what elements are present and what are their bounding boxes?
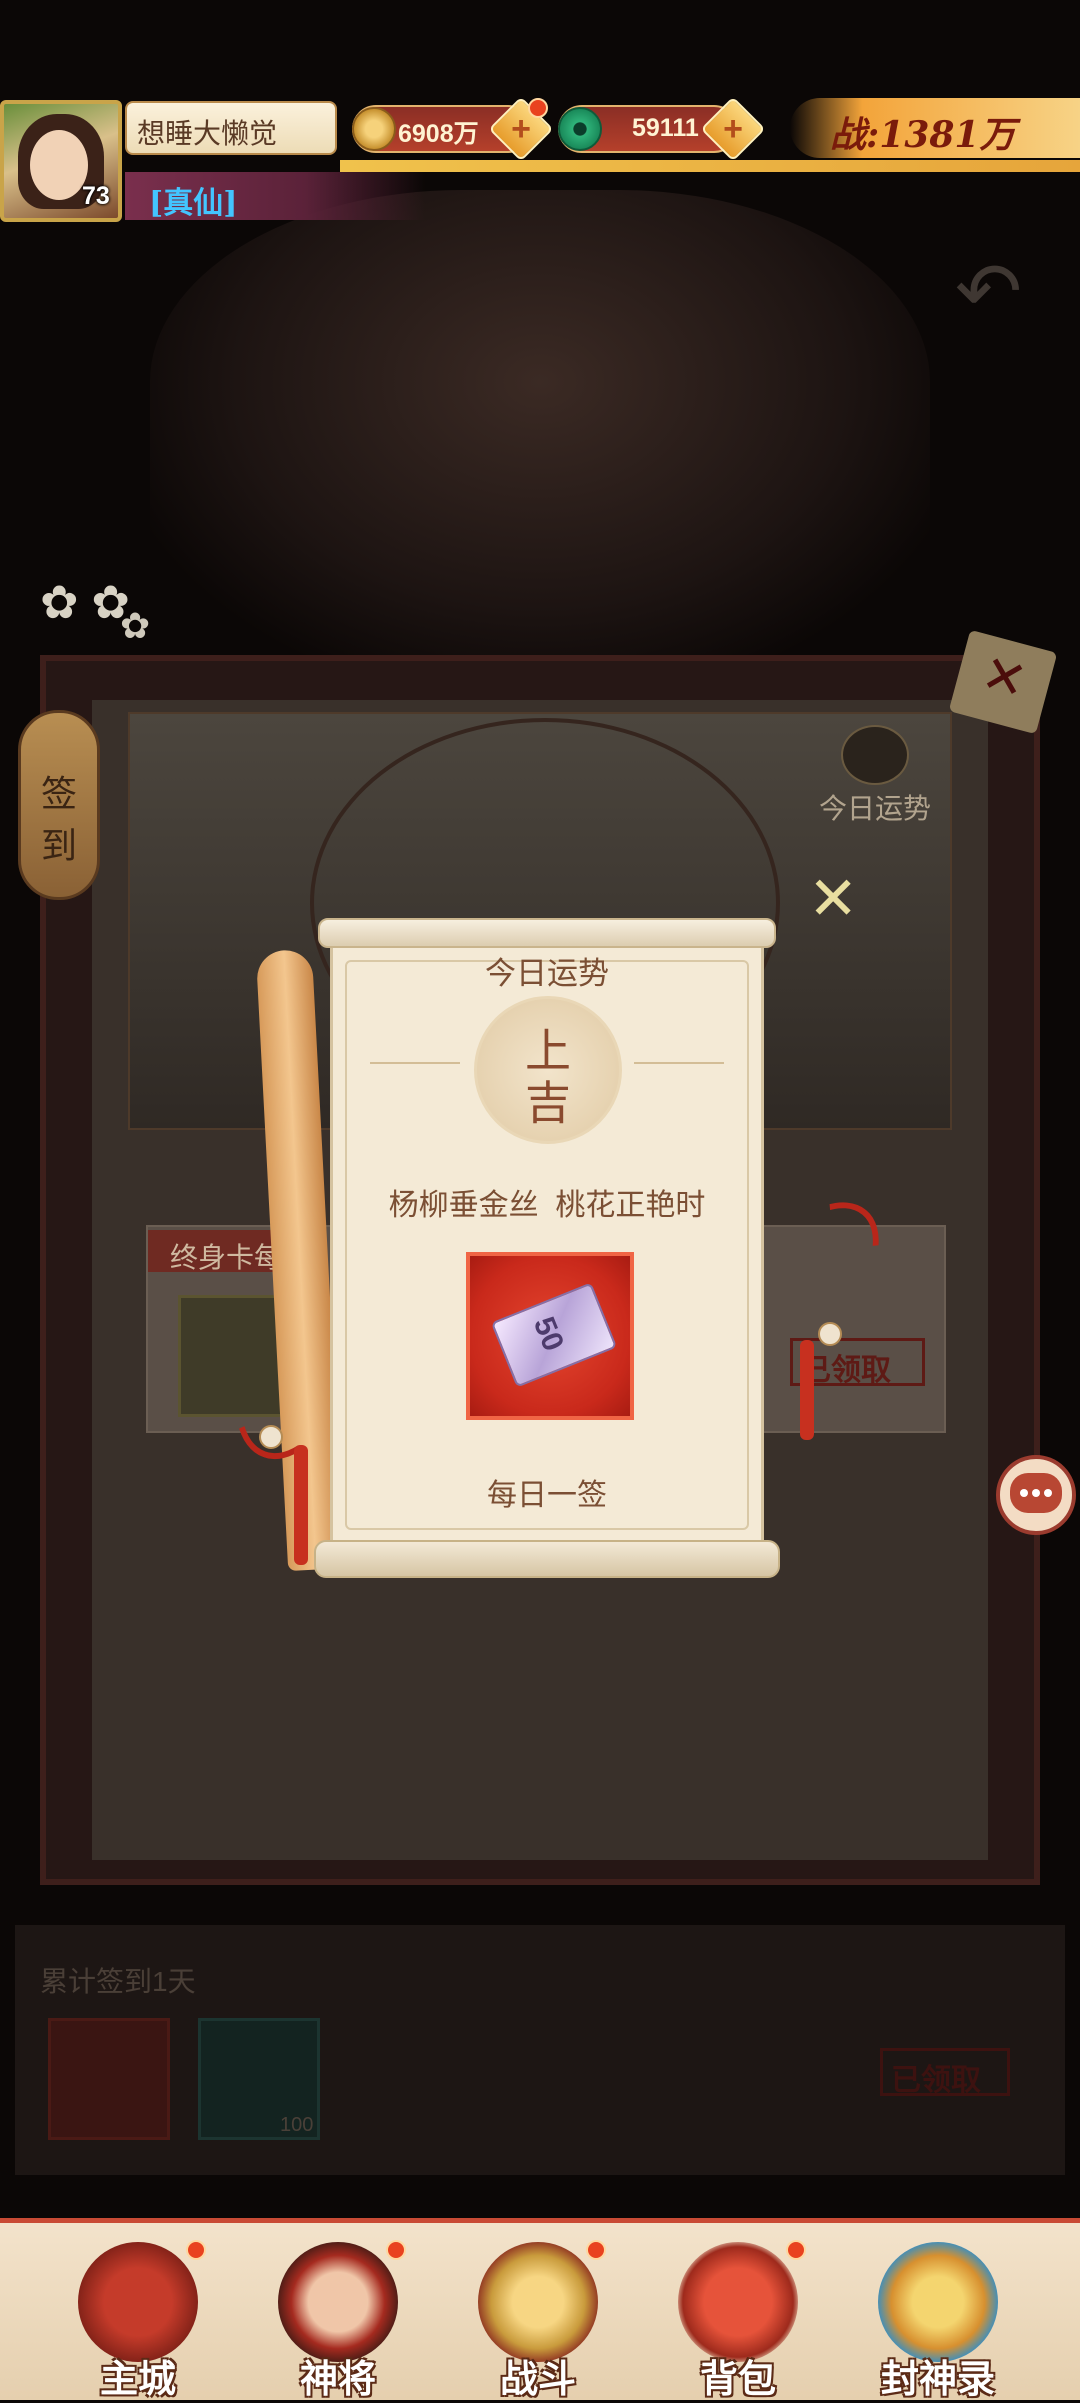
player-name-box: 想睡大懒觉 xyxy=(125,101,337,155)
nav-label: 背包 xyxy=(699,2356,776,2401)
notification-dot xyxy=(386,2240,406,2260)
nav-label: 主城 xyxy=(99,2356,176,2401)
claimed-stamp-text: 已领取 xyxy=(891,2064,981,2097)
bag-icon xyxy=(678,2242,798,2362)
cumulative-signin-label: 累计签到1天 xyxy=(40,1966,196,1997)
flower-decoration-icon: ✿ xyxy=(120,605,151,646)
divider-right xyxy=(634,1062,724,1064)
nav-deification-record[interactable]: 封神录 xyxy=(848,2230,1028,2401)
bead-decoration xyxy=(818,1322,842,1346)
divider-left xyxy=(370,1062,460,1064)
jade-icon xyxy=(558,107,602,151)
nav-generals[interactable]: 神将 xyxy=(248,2230,428,2401)
nav-label: 战斗 xyxy=(499,2356,576,2401)
today-fortune-label: 今日运势 xyxy=(818,793,931,824)
hud-gold-line xyxy=(340,160,1080,172)
coupon-ticket-icon: 50 xyxy=(490,1282,618,1388)
player-title-bar: [真仙] xyxy=(125,172,425,221)
reward-item-slot[interactable] xyxy=(48,2018,170,2140)
background-character-art xyxy=(150,190,930,670)
reward-item-box[interactable]: 50 xyxy=(466,1252,634,1420)
claimed-stamp-text: 已领取 xyxy=(801,1354,891,1387)
nav-battle[interactable]: 战斗 xyxy=(448,2230,628,2401)
chat-bubble-button[interactable] xyxy=(996,1455,1076,1535)
signin-tab-char-1: 签 xyxy=(40,774,77,815)
combat-power: 战:1381万 xyxy=(830,114,1016,156)
flower-decoration-icon: ✿ ✿ xyxy=(40,576,130,628)
fortune-stick-icon xyxy=(841,725,909,785)
player-name: 想睡大懒觉 xyxy=(137,118,278,149)
combat-power-banner: 战:1381万 xyxy=(790,98,1080,158)
signin-tab[interactable]: 签 到 xyxy=(18,710,100,900)
fortune-seal: 上 吉 xyxy=(474,996,622,1144)
notification-dot xyxy=(528,98,548,118)
back-arrow-icon[interactable]: ↶ xyxy=(955,245,1055,336)
daily-draw-label: 每日一签 xyxy=(487,1479,607,1512)
fortune-bottom-char: 吉 xyxy=(525,1076,571,1130)
lifetime-card-label: 终身卡每 xyxy=(170,1242,283,1273)
nav-bag[interactable]: 背包 xyxy=(648,2230,828,2401)
claimed-stamp: 已领取 xyxy=(880,2048,1010,2097)
red-tassel xyxy=(294,1445,308,1565)
player-title: [真仙] xyxy=(149,186,238,221)
notification-dot xyxy=(586,2240,606,2260)
scroll-top-rod xyxy=(318,918,776,948)
scroll-record-icon xyxy=(878,2242,998,2362)
fortune-poem: 杨柳垂金丝 桃花正艳时 xyxy=(388,1189,706,1222)
nav-main-city[interactable]: 主城 xyxy=(48,2230,228,2401)
signin-tab-char-2: 到 xyxy=(40,826,77,867)
sparkle-icon: ✕ xyxy=(808,865,859,932)
today-fortune-button[interactable]: 今日运势 xyxy=(810,725,940,825)
coupon-value: 50 xyxy=(526,1312,570,1356)
notification-dot xyxy=(786,2240,806,2260)
red-tassel xyxy=(800,1340,814,1440)
bead-decoration xyxy=(259,1425,283,1449)
popup-title: 今日运势 xyxy=(485,956,609,991)
city-gate-icon xyxy=(78,2242,198,2362)
nav-label: 神将 xyxy=(299,2356,376,2401)
player-level: 73 xyxy=(82,182,110,210)
notification-dot xyxy=(186,2240,206,2260)
general-icon xyxy=(278,2242,398,2362)
item-count: 100 xyxy=(280,2114,314,2136)
copper-coin-icon xyxy=(352,107,396,151)
nav-label: 封神录 xyxy=(880,2356,995,2401)
jade-amount: 59111 xyxy=(632,114,699,142)
copper-amount: 6908万 xyxy=(398,120,479,148)
scroll-bottom-rod xyxy=(314,1540,780,1578)
crossed-swords-icon xyxy=(478,2242,598,2362)
